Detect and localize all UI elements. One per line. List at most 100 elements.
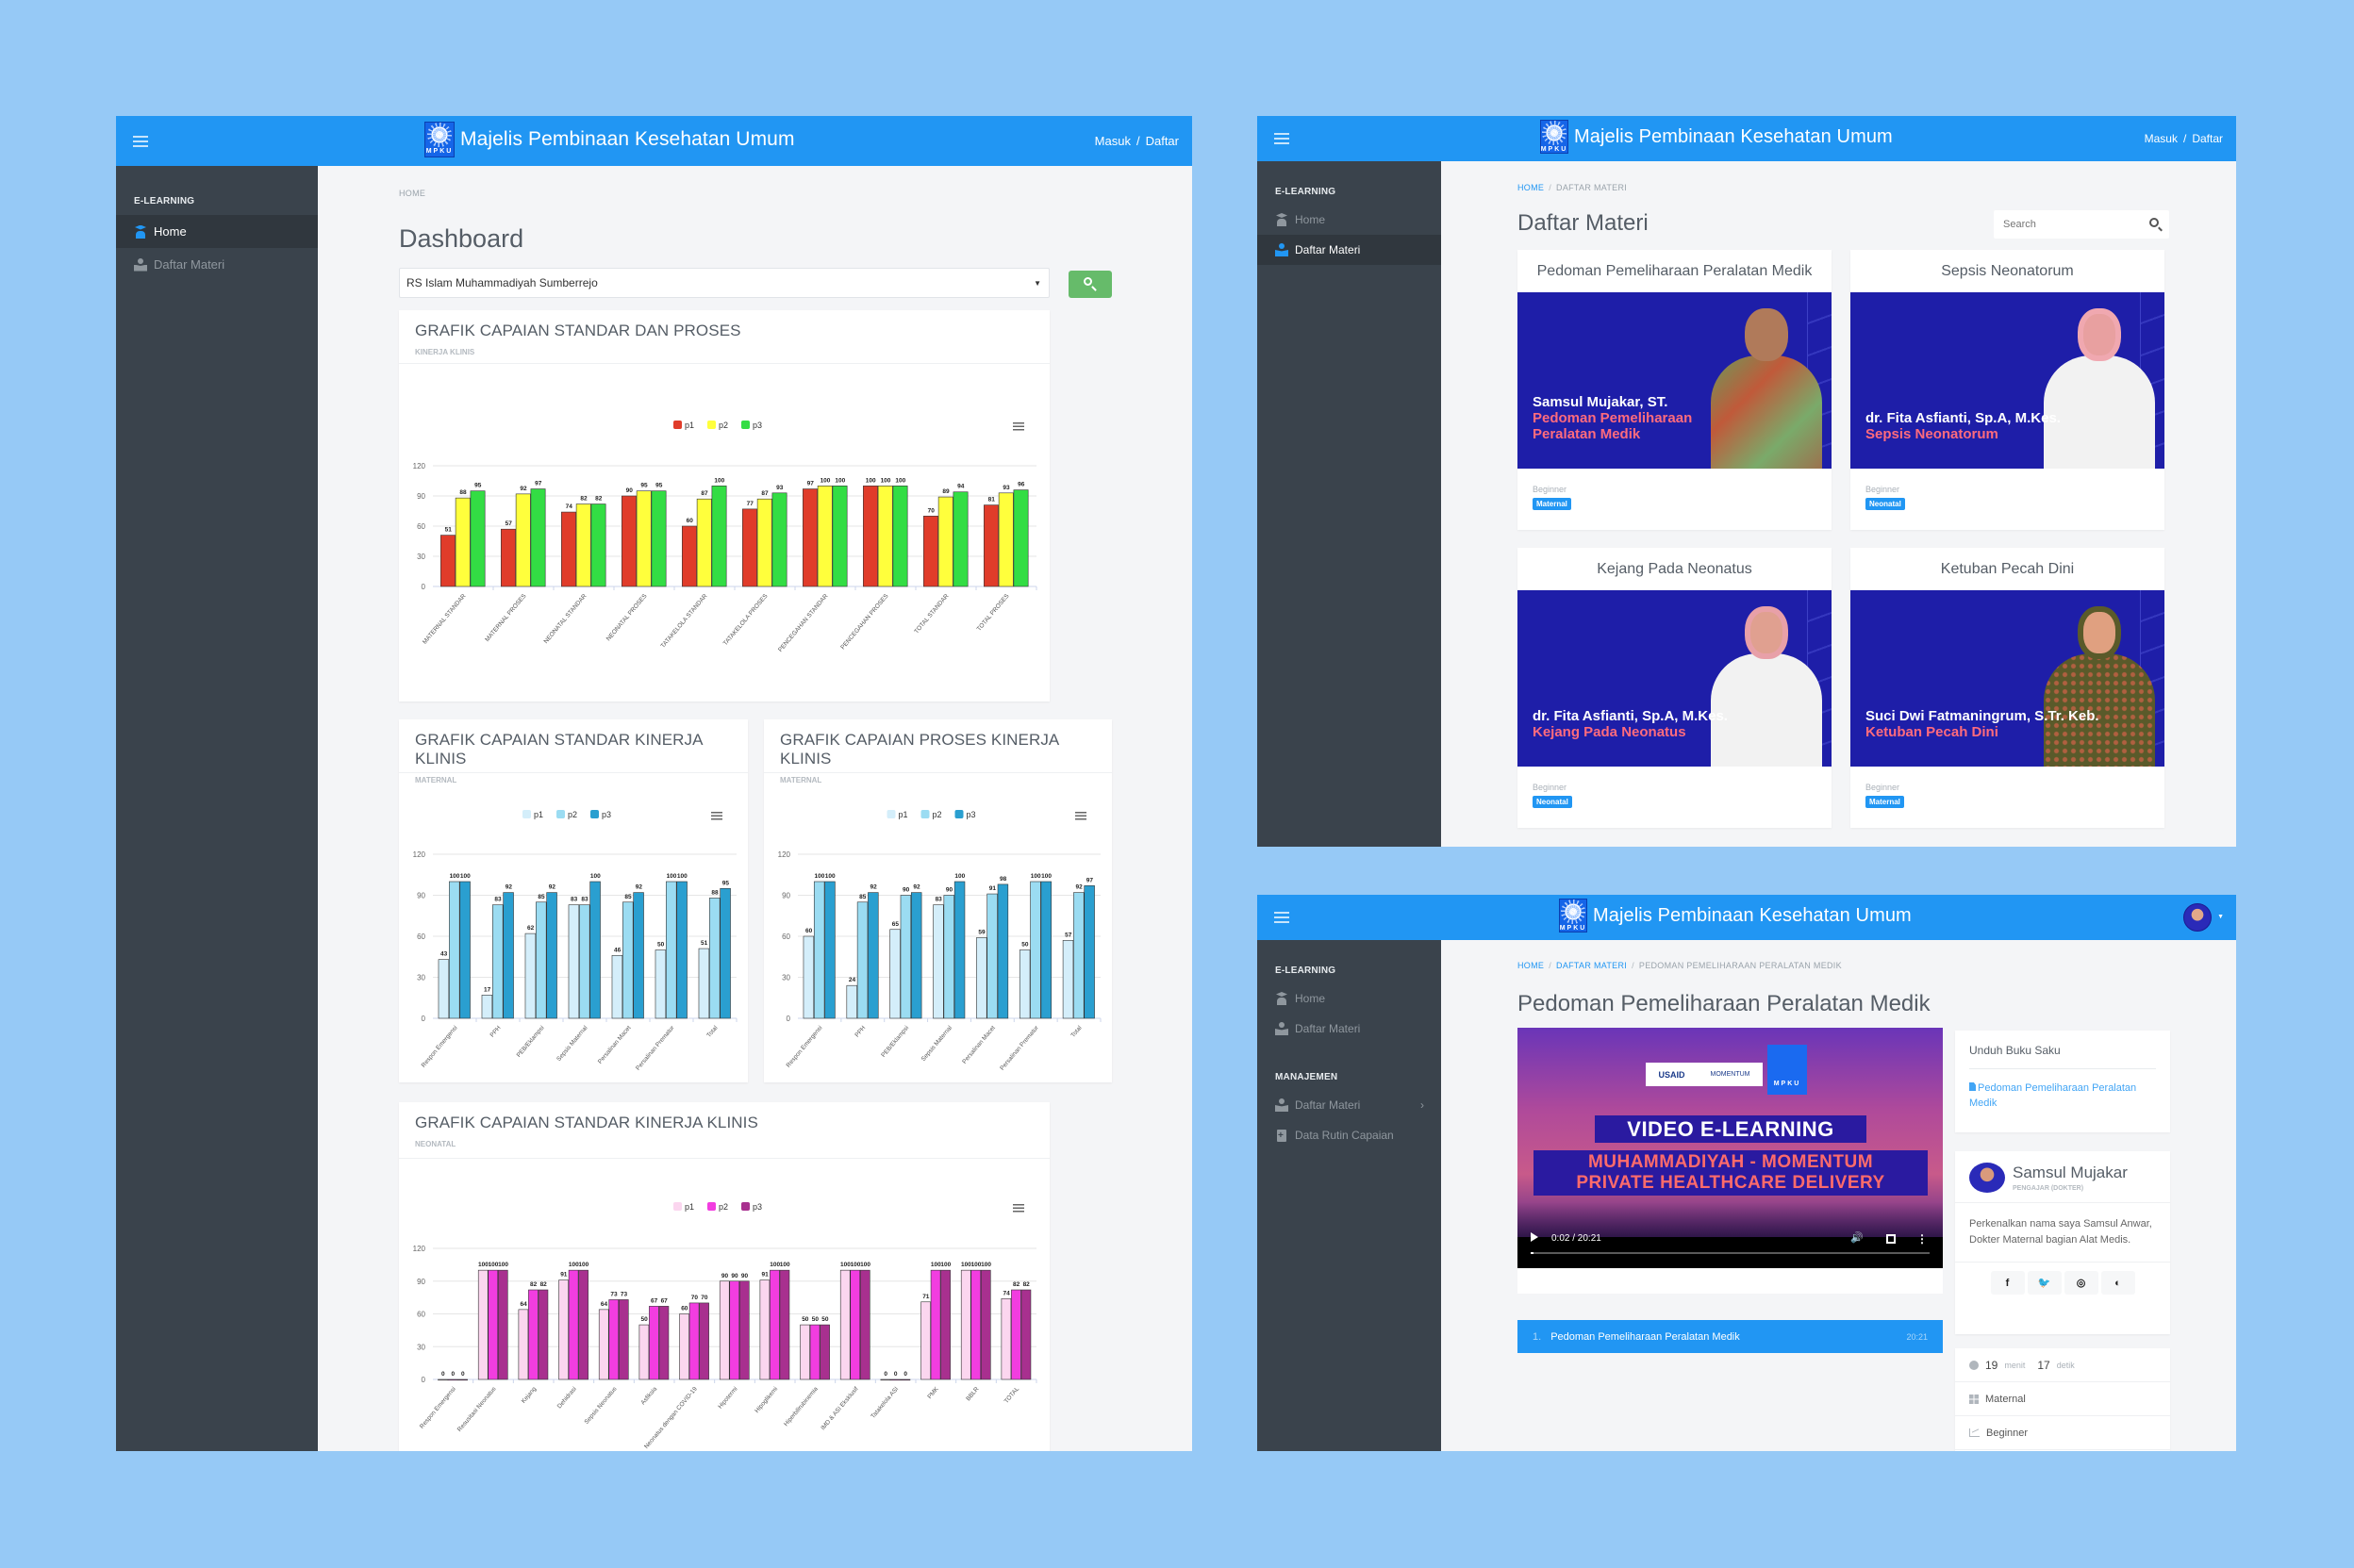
menu-toggle-icon[interactable] [1274,133,1289,144]
bar [986,893,998,1019]
bar [953,491,969,587]
sidebar-item-manajemen-daftar-materi[interactable]: Daftar Materi › [1257,1090,1441,1120]
course-thumbnail: dr. Fita Asfianti, Sp.A, M.Kes. Kejang Pa… [1517,590,1832,767]
more-options-icon[interactable]: ⋮ [1916,1232,1928,1246]
sidebar-item-data-rutin-capaian[interactable]: Data Rutin Capaian [1257,1120,1441,1150]
course-card[interactable]: Kejang Pada Neonatus dr. Fita Asfianti, … [1517,548,1832,828]
bar [457,1378,468,1381]
x-tick-label: TOTAL STANDAR [913,593,950,635]
data-label: 100 [714,477,724,484]
bar [1073,892,1085,1019]
login-link[interactable]: Masuk [2145,132,2178,145]
data-label: 57 [1065,932,1072,938]
bar [633,892,644,1019]
login-link[interactable]: Masuk [1095,134,1131,148]
chart-proses-maternal: 0306090120p1 p2 p360100 100Respon Emergensi… [778,810,1102,1072]
sidebar: E-LEARNING Home Daftar Materi MANAJEMEN … [1257,940,1441,1451]
volume-icon[interactable]: 🔊 [1850,1231,1864,1244]
search-button[interactable] [1069,271,1112,298]
course-card[interactable]: Pedoman Pemeliharaan Peralatan Medik Sam… [1517,250,1832,530]
breadcrumb: HOME / DAFTAR MATERI [1517,183,1628,192]
data-label: 85 [624,894,632,900]
bar [1013,489,1029,587]
facebook-icon[interactable]: f [1990,1271,2025,1295]
data-label: 82 [595,496,603,503]
x-tick-label: MATERNAL STANDAR [422,593,468,646]
app-title: Majelis Pembinaan Kesehatan Umum [460,128,795,150]
course-info-card: 19 menit 17 detik Maternal Beginner [1955,1348,2170,1451]
bar [923,516,938,587]
data-label: 100 [981,1262,991,1268]
data-label: 50 [821,1316,829,1323]
x-tick-label: PENCEGAHAN PROSES [839,592,890,651]
bar [611,955,623,1019]
data-label: 60 [805,928,813,934]
bar [890,1378,901,1381]
github-icon[interactable]: ◐ [2100,1271,2135,1295]
data-label: 0 [903,1371,907,1378]
bar [636,490,652,587]
playlist-item[interactable]: 1. Pedoman Pemeliharaan Peralatan Medik … [1517,1320,1943,1353]
bar [568,1269,579,1380]
register-link[interactable]: Daftar [1146,134,1179,148]
y-tick-label: 120 [413,1245,426,1253]
course-level: Beginner [1533,783,1567,792]
bar [900,1378,911,1381]
download-link[interactable]: Pedoman Pemeliharaan Peralatan Medik [1969,1081,2156,1111]
caret-down-icon[interactable]: ▼ [2217,914,2224,920]
fullscreen-icon[interactable] [1886,1234,1896,1244]
legend-swatch [741,1202,750,1211]
brand[interactable]: MPKU Majelis Pembinaan Kesehatan Umum [424,122,795,157]
legend-label: p1 [899,810,908,819]
y-tick-label: 0 [422,1376,426,1384]
breadcrumb-home[interactable]: HOME [1517,183,1544,192]
search-input[interactable] [1994,210,2135,239]
data-label: 65 [892,921,900,928]
brand[interactable]: MPKU Majelis Pembinaan Kesehatan Umum [1559,899,1912,933]
hospital-select[interactable]: RS Islam Muhammadiyah Sumberrejo ▼ [399,268,1050,298]
bar [558,1279,569,1380]
data-label: 92 [1075,884,1083,891]
sidebar-item-home[interactable]: Home [116,215,318,248]
data-label: 51 [445,527,453,534]
bar [438,959,450,1019]
course-level: Beginner [1865,485,1900,494]
instagram-icon[interactable]: ◎ [2064,1271,2098,1295]
bar [497,1269,508,1380]
bar [666,881,677,1019]
video-progress-bar[interactable] [1531,1252,1930,1254]
twitter-icon[interactable]: 🐦 [2027,1271,2062,1295]
y-tick-label: 60 [417,1311,425,1319]
breadcrumb-home[interactable]: HOME [1517,961,1544,970]
register-link[interactable]: Daftar [2192,132,2223,145]
sidebar-item-daftar-materi[interactable]: Daftar Materi [116,248,318,281]
x-tick-label: NEONATAL PROSES [605,592,649,642]
chart-title: GRAFIK CAPAIAN STANDAR KINERJA KLINIS [415,731,703,767]
menu-toggle-icon[interactable] [133,135,148,147]
data-label: 90 [741,1273,749,1279]
legend-swatch [673,1202,682,1211]
bar [976,937,987,1019]
brand[interactable]: MPKU Majelis Pembinaan Kesehatan Umum [1540,120,1893,154]
search-icon[interactable] [2149,218,2159,227]
data-label: 0 [452,1371,456,1378]
user-avatar[interactable] [2183,903,2212,932]
breadcrumb: HOME [399,189,426,198]
course-card[interactable]: Sepsis Neonatorum dr. Fita Asfianti, Sp.… [1850,250,2164,530]
bar [803,935,815,1019]
x-tick-label: MATERNAL PROSES [484,592,528,643]
play-icon[interactable] [1531,1232,1538,1242]
chart-subtitle: NEONATAL [415,1140,456,1148]
chart-line-icon [1969,1428,1980,1437]
menu-toggle-icon[interactable] [1274,912,1289,923]
course-card[interactable]: Ketuban Pecah Dini Suci Dwi Fatmaningrum… [1850,548,2164,828]
video-player[interactable]: USAID MOMENTUM MPKU VIDEO E-LEARNING MUHA… [1517,1028,1943,1268]
sidebar-item-home[interactable]: Home [1257,205,1441,235]
bar [1030,881,1041,1019]
breadcrumb-daftar-materi[interactable]: DAFTAR MATERI [1556,961,1627,970]
sidebar-item-daftar-materi[interactable]: Daftar Materi [1257,235,1441,265]
sidebar-item-home[interactable]: Home [1257,983,1441,1014]
data-label: 85 [538,894,545,900]
bar [719,1280,730,1380]
sidebar-item-daftar-materi[interactable]: Daftar Materi [1257,1014,1441,1044]
